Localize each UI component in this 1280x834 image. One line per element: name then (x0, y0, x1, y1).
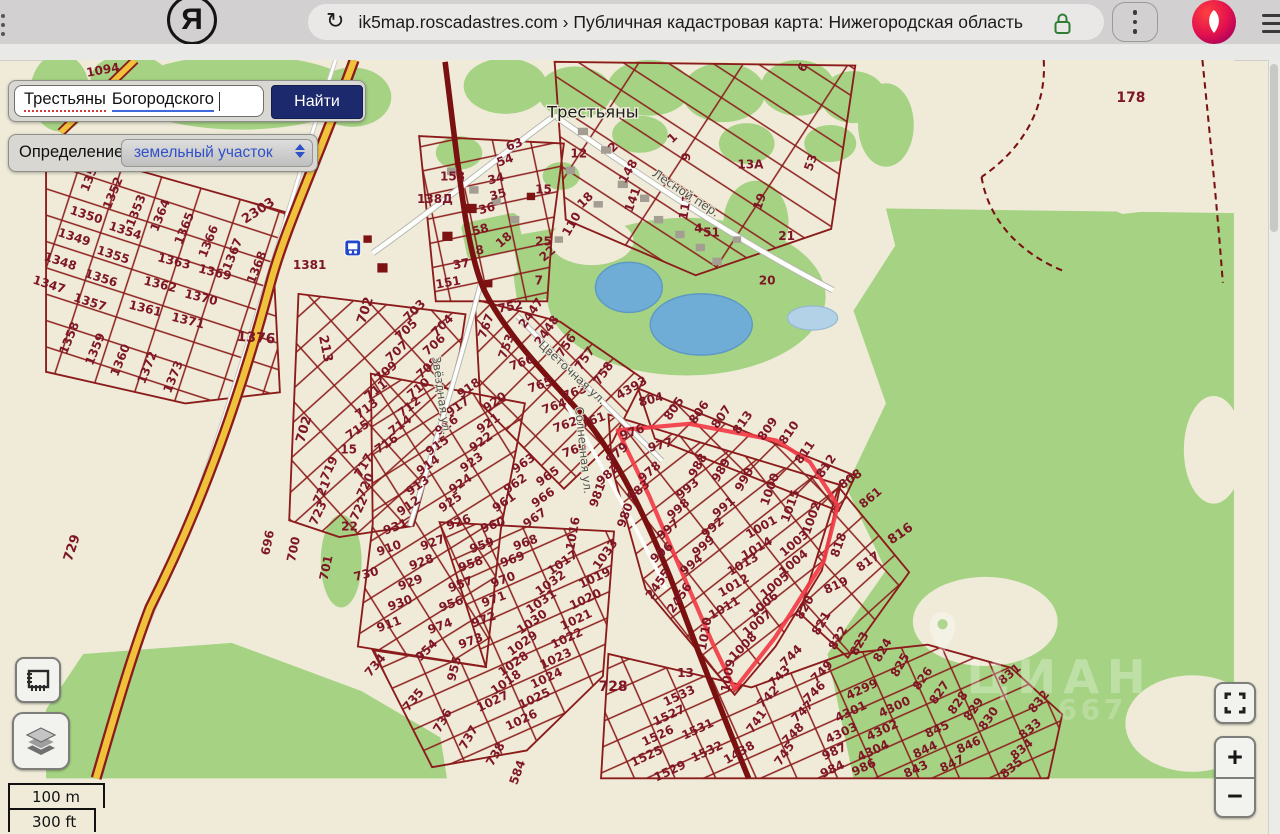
measure-button[interactable] (15, 657, 61, 703)
toolbar-strip (0, 44, 1280, 61)
definition-value: земельный участок (134, 144, 273, 162)
search-button[interactable]: Найти (271, 85, 363, 119)
yandex-logo[interactable]: Я (167, 0, 217, 45)
scrollbar[interactable] (1268, 60, 1280, 834)
parcel-label: 21 (778, 229, 795, 243)
search-term-2: Богородского (112, 90, 214, 112)
parcel-label: 51 (703, 225, 720, 239)
fullscreen-button[interactable] (1214, 682, 1256, 724)
lock-icon[interactable] (1053, 12, 1072, 41)
search-panel: Трестьяны Богородского Найти (8, 80, 366, 122)
fullscreen-icon (1222, 690, 1248, 716)
browser-menu-button[interactable] (1112, 2, 1158, 42)
parcel-label: 13А (737, 158, 764, 172)
bus-stop-icon (345, 240, 361, 256)
text-caret (219, 92, 221, 111)
cadastral-map[interactable]: 1094135113521353136413651366136713681350… (0, 60, 1280, 834)
screen: Я ↻ ik5map.roscadastres.com › Публичная … (0, 0, 1280, 834)
definition-select[interactable]: земельный участок (121, 139, 313, 167)
parcel-label: 728 (599, 679, 628, 695)
zoom-out-button[interactable]: − (1216, 777, 1254, 816)
ruler-icon (24, 666, 52, 694)
parcel-label: 153 (440, 170, 465, 184)
overflow-dots-icon[interactable] (1, 9, 7, 35)
parcel-label: 138Д (417, 192, 453, 206)
refresh-icon[interactable]: ↻ (326, 8, 344, 34)
parcel-label: 1376 (236, 329, 276, 348)
scale-imperial: 300 ft (8, 808, 96, 832)
search-input[interactable]: Трестьяны Богородского (14, 85, 264, 117)
parcel-label: 15 (535, 183, 552, 197)
browser-toolbar: Я ↻ ik5map.roscadastres.com › Публичная … (0, 0, 1280, 44)
parcel-label: 15 (340, 442, 357, 456)
parcel-label: 37 (452, 256, 471, 273)
layers-icon (23, 723, 59, 759)
zoom-controls: + − (1214, 736, 1256, 818)
select-arrows-icon (295, 144, 305, 158)
address-bar[interactable]: ↻ ik5map.roscadastres.com › Публичная ка… (308, 4, 1104, 40)
scrollbar-thumb[interactable] (1270, 64, 1278, 232)
parcel-label: 4 (694, 222, 702, 236)
parcel-label: 7 (535, 274, 543, 288)
definition-label: Определение: (19, 143, 128, 162)
parcel-label: 13 (677, 666, 694, 680)
url-text: ik5map.roscadastres.com › Публичная када… (358, 12, 1023, 33)
search-term-1: Трестьяны (24, 90, 106, 112)
parcel-label: 1381 (293, 258, 327, 272)
scale-metric: 100 m (8, 783, 105, 808)
zoom-in-button[interactable]: + (1216, 738, 1254, 779)
scale-control: 100 m 300 ft (8, 783, 105, 832)
place-label: Трестьяны (546, 103, 638, 122)
parcel-label: 20 (759, 274, 776, 288)
definition-panel: Определение: земельный участок (8, 134, 318, 172)
layers-button[interactable] (12, 712, 70, 770)
parcel-label: 178 (1116, 90, 1145, 106)
parcel-label: 12 (570, 146, 587, 160)
yandex-logo-letter: Я (181, 3, 203, 37)
hamburger-menu-icon[interactable] (1262, 9, 1280, 38)
watermark-digits: 667 (1058, 693, 1127, 726)
